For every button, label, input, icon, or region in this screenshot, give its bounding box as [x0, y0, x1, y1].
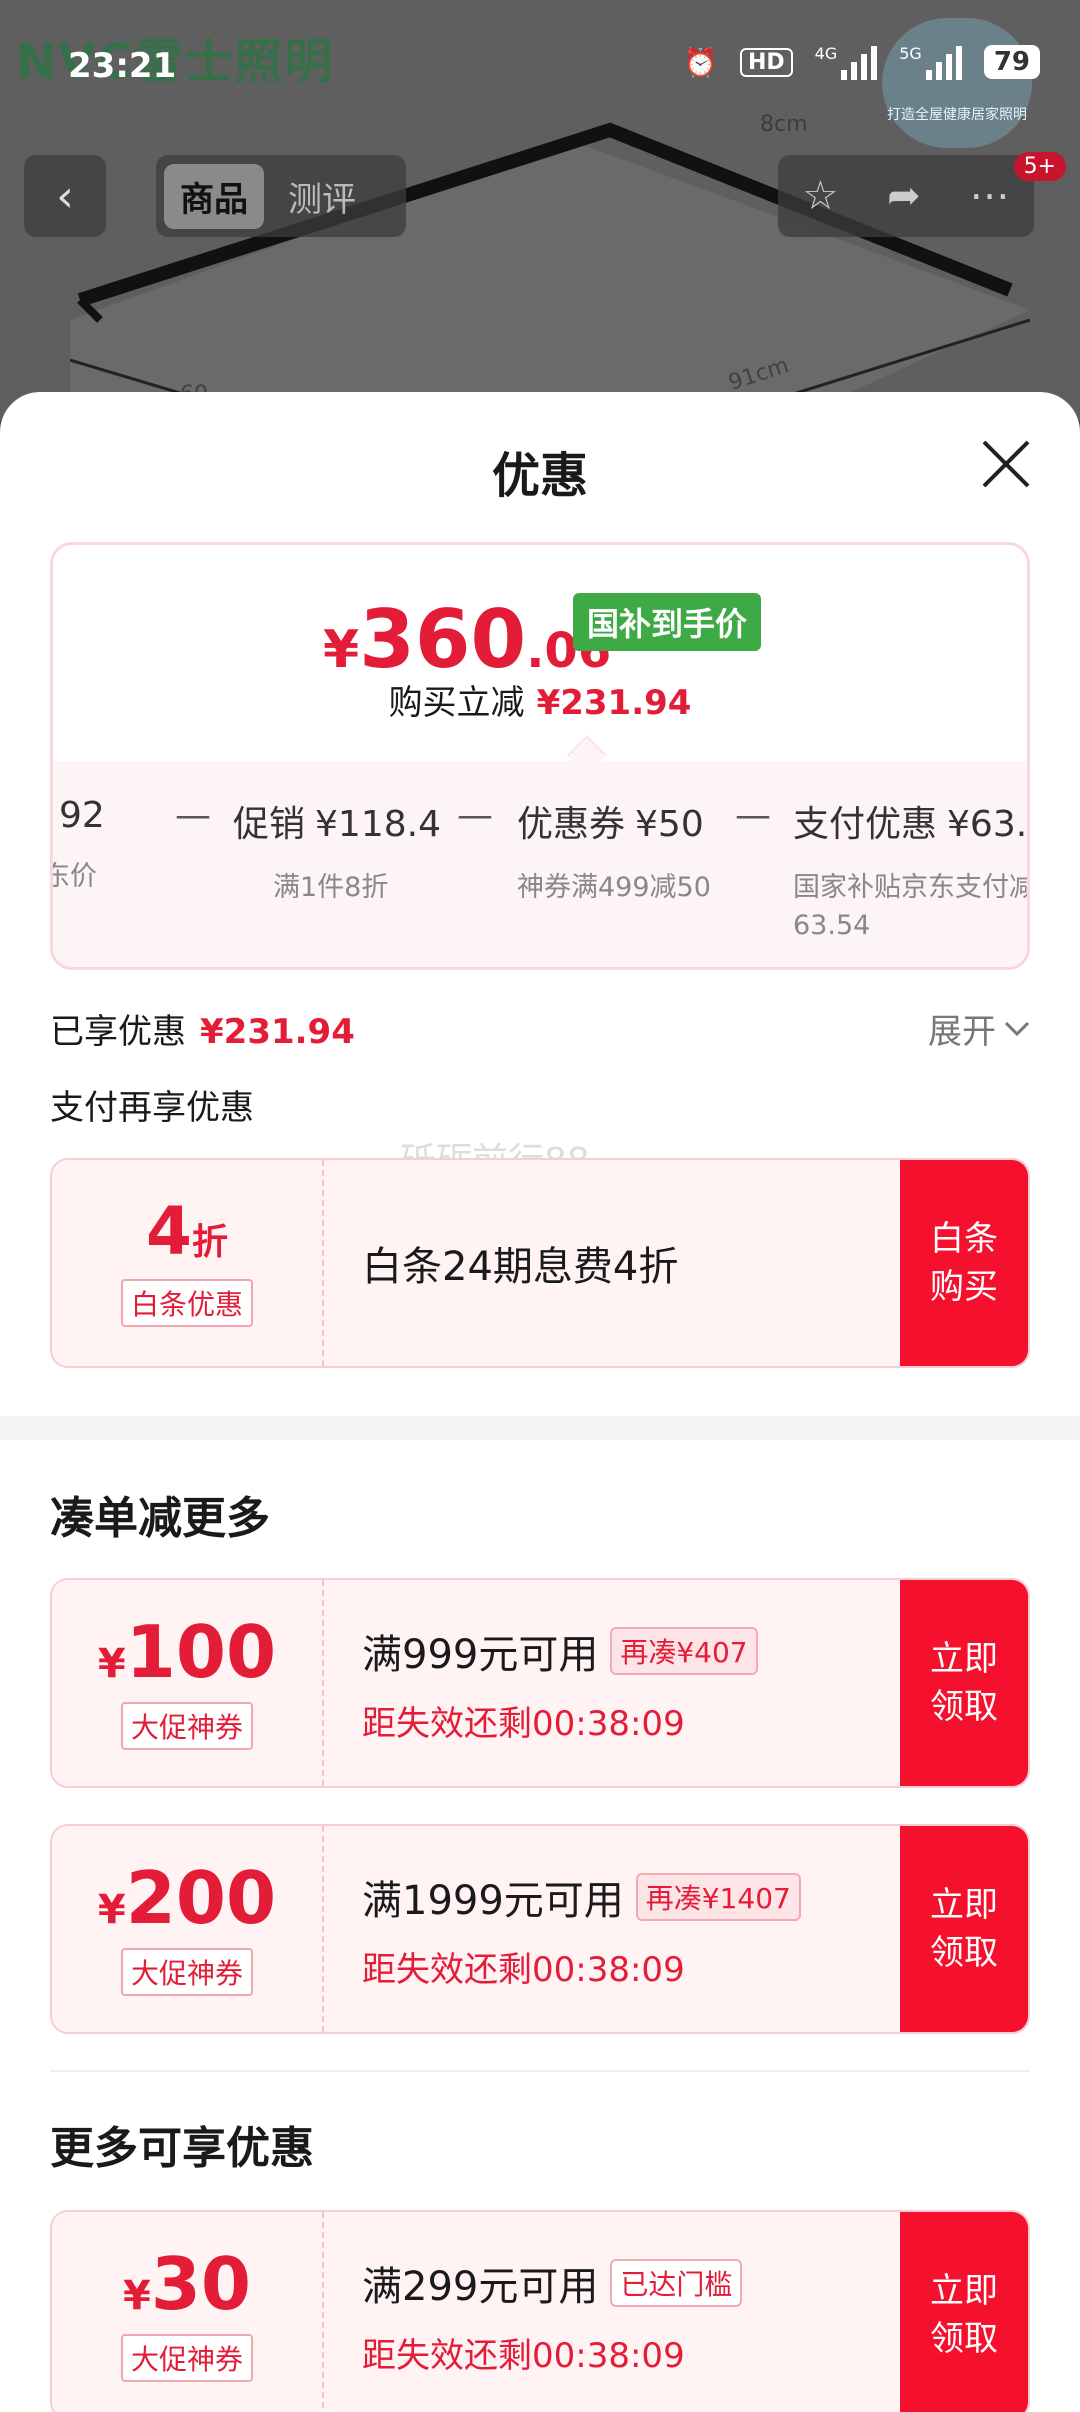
back-button[interactable]: ‹ [24, 155, 106, 237]
price-breakdown[interactable]: 92 东价 — 促销¥118.4 满1件8折 — 优惠券¥50 神券满499减5… [53, 761, 1030, 967]
baitiao-desc: 白条24期息费4折 [362, 1244, 679, 1290]
dimension-top: 8cm [760, 112, 808, 137]
coupon-card: ¥30 大促神券 满299元可用 已达门槛 距失效还剩00:38:09 立即领取 [50, 2210, 1030, 2412]
claim-coupon-button[interactable]: 立即领取 [900, 1826, 1028, 2032]
minus-sign: — [175, 795, 211, 836]
coupon-tag: 大促神券 [120, 1948, 253, 1996]
hd-icon: HD [739, 47, 793, 77]
alarm-icon: ⏰ [683, 45, 718, 79]
nav-actions: ☆ ➦ ⋯ [778, 155, 1034, 237]
status-icons: ⏰ HD 4G 5G 79 [683, 44, 1040, 80]
discount-sheet: 优惠 ¥ 360 .06 国补到手价 购买立减¥231.94 92 东价 — 促 [0, 392, 1080, 2412]
coupon-tag: 大促神券 [120, 1702, 253, 1750]
section-title-more: 凑单减更多 [50, 1493, 270, 1544]
coupon-tag: 大促神券 [120, 2334, 253, 2382]
subsidy-price-tag: 国补到手价 [573, 593, 762, 651]
claim-coupon-button[interactable]: 立即领取 [900, 2212, 1028, 2412]
star-icon[interactable]: ☆ [802, 173, 838, 219]
breakdown-item-original: 92 东价 [53, 795, 105, 892]
coupon-condition: 满999元可用 [362, 1631, 599, 1678]
coupon-card: ¥100 大促神券 满999元可用 再凑¥407 距失效还剩00:38:09 立即… [50, 1578, 1030, 1788]
coupon-timer: 距失效还剩00:38:09 [362, 1703, 685, 1744]
chevron-left-icon: ‹ [56, 170, 74, 222]
coupon-badge: 已达门槛 [610, 2258, 743, 2307]
chevron-down-icon [1004, 1021, 1030, 1036]
coupon-timer: 距失效还剩00:38:09 [362, 2335, 685, 2376]
breakdown-item-promo: 促销 ¥118.4 满1件8折 [233, 804, 441, 903]
coupon-value: ¥200 [97, 1856, 277, 1940]
section-divider [0, 1416, 1080, 1440]
enjoyed-discount: 已享优惠 ¥231.94 [50, 1012, 355, 1052]
baitiao-discount-value: 4折 [146, 1193, 228, 1270]
minus-sign: — [735, 795, 771, 836]
breakdown-item-payment: 支付优惠¥63.54 国家补贴京东支付减63.54 [793, 804, 1030, 941]
reduce-line: 购买立减 ¥231.94 [388, 683, 692, 723]
close-icon[interactable] [978, 436, 1034, 492]
message-badge: 5+ [1013, 152, 1066, 181]
price-summary: ¥ 360 .06 国补到手价 购买立减 ¥231.94 [53, 545, 1027, 757]
baitiao-buy-button[interactable]: 白条购买 [900, 1160, 1028, 1366]
product-image-area: NVC雷士照明 8cm 91cm 60 打造全屋健康居家照明 23:21 ⏰ H… [0, 0, 1080, 420]
coupon-condition: 满299元可用 [362, 2263, 599, 2310]
coupon-condition: 满1999元可用 [362, 1877, 624, 1924]
sheet-title: 优惠 [491, 448, 588, 504]
coupon-tag: 白条优惠 [120, 1279, 253, 1327]
section-title-extra: 更多可享优惠 [50, 2123, 314, 2174]
tab-product[interactable]: 商品 [164, 163, 264, 229]
coupon-value: ¥100 [97, 1610, 277, 1694]
breakdown-item-coupon: 优惠券 ¥50 神券满499减50 [517, 804, 711, 903]
coupon-badge: 再凑¥407 [610, 1626, 758, 1675]
expand-button[interactable]: 展开 [928, 1004, 1030, 1053]
signal-4g-icon: 4G [815, 44, 878, 80]
coupon-card: ¥200 大促神券 满1999元可用 再凑¥1407 距失效还剩00:38:09 … [50, 1824, 1030, 2034]
final-price: ¥ 360 .06 [323, 593, 612, 686]
battery-indicator: 79 [983, 45, 1040, 79]
coupon-value: ¥30 [122, 2242, 252, 2326]
baitiao-coupon: 4折 白条优惠 白条24期息费4折 白条购买 [50, 1158, 1030, 1368]
coupon-timer: 距失效还剩00:38:09 [362, 1949, 685, 1990]
pay-more-label: 支付再享优惠 [50, 1088, 254, 1128]
signal-5g-icon: 5G [899, 44, 962, 80]
claim-coupon-button[interactable]: 立即领取 [900, 1580, 1028, 1786]
divider-line [50, 2070, 1030, 2072]
status-time: 23:21 [68, 46, 177, 86]
minus-sign: — [457, 795, 493, 836]
more-icon[interactable]: ⋯ [970, 173, 1010, 219]
nav-tabs: 商品 测评 [156, 155, 406, 237]
price-card: ¥ 360 .06 国补到手价 购买立减¥231.94 92 东价 — 促销¥1… [50, 542, 1030, 970]
coupon-badge: 再凑¥1407 [635, 1872, 801, 1921]
tab-review[interactable]: 测评 [272, 164, 372, 229]
brand-badge: 打造全屋健康居家照明 [882, 18, 1032, 148]
share-icon[interactable]: ➦ [887, 173, 921, 219]
